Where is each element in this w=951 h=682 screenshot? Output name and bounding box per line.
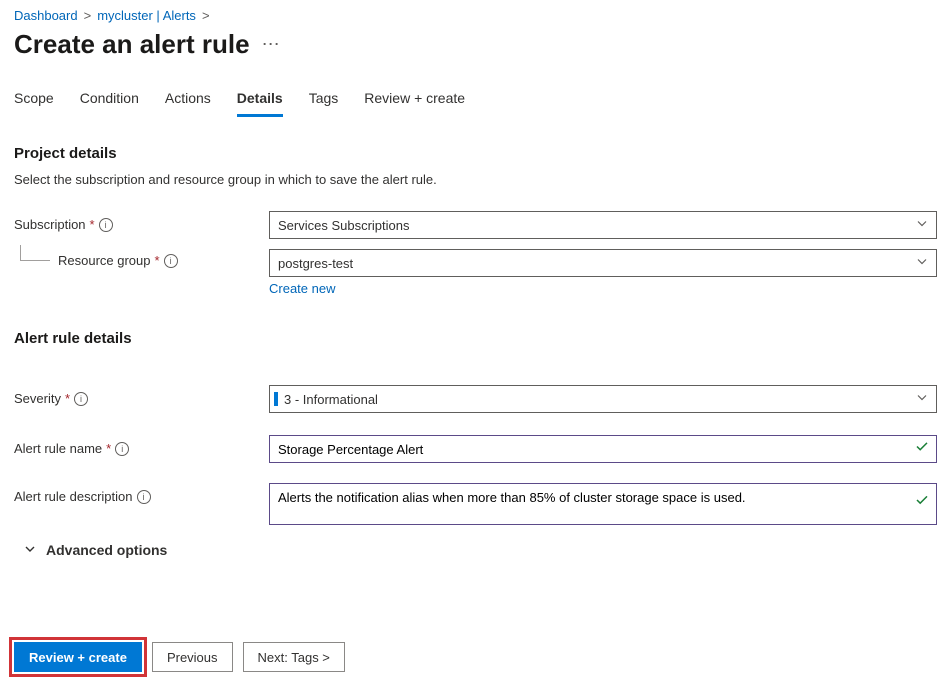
severity-select[interactable]: 3 - Informational: [269, 385, 937, 413]
alert-rule-name-input[interactable]: [269, 435, 937, 463]
breadcrumb-cluster[interactable]: mycluster | Alerts: [97, 8, 196, 23]
tab-scope[interactable]: Scope: [14, 90, 54, 117]
breadcrumb-dashboard[interactable]: Dashboard: [14, 8, 78, 23]
subscription-select[interactable]: Services Subscriptions: [269, 211, 937, 239]
resource-group-select[interactable]: postgres-test: [269, 249, 937, 277]
info-icon[interactable]: i: [115, 442, 129, 456]
info-icon[interactable]: i: [99, 218, 113, 232]
chevron-down-icon: [916, 256, 928, 271]
review-create-button[interactable]: Review + create: [14, 642, 142, 672]
resource-group-value: postgres-test: [278, 256, 353, 271]
tab-review[interactable]: Review + create: [364, 90, 465, 117]
check-icon: [915, 493, 929, 512]
info-icon[interactable]: i: [74, 392, 88, 406]
wizard-tabs: Scope Condition Actions Details Tags Rev…: [14, 90, 937, 117]
alert-rule-name-label: Alert rule name: [14, 441, 102, 456]
info-icon[interactable]: i: [164, 254, 178, 268]
required-marker: *: [65, 391, 70, 406]
tab-details[interactable]: Details: [237, 90, 283, 117]
breadcrumb-separator: >: [202, 8, 210, 23]
required-marker: *: [106, 441, 111, 456]
wizard-footer: Review + create Previous Next: Tags >: [14, 642, 345, 672]
resource-group-label: Resource group: [58, 253, 151, 268]
severity-value: 3 - Informational: [284, 392, 378, 407]
create-new-resource-group-link[interactable]: Create new: [269, 277, 335, 296]
info-icon[interactable]: i: [137, 490, 151, 504]
alert-rule-details-heading: Alert rule details: [14, 330, 937, 347]
page-title: Create an alert rule: [14, 29, 250, 60]
required-marker: *: [90, 217, 95, 232]
breadcrumb: Dashboard > mycluster | Alerts >: [14, 8, 937, 23]
required-marker: *: [155, 253, 160, 268]
subscription-label: Subscription: [14, 217, 86, 232]
tab-tags[interactable]: Tags: [309, 90, 339, 117]
project-details-heading: Project details: [14, 145, 937, 162]
advanced-options-label: Advanced options: [46, 542, 167, 558]
tab-actions[interactable]: Actions: [165, 90, 211, 117]
breadcrumb-separator: >: [84, 8, 92, 23]
alert-rule-description-input[interactable]: [269, 483, 937, 525]
severity-label: Severity: [14, 391, 61, 406]
advanced-options-toggle[interactable]: Advanced options: [24, 542, 937, 558]
more-icon[interactable]: ⋯: [262, 34, 280, 55]
subscription-value: Services Subscriptions: [278, 218, 410, 233]
check-icon: [915, 440, 929, 459]
alert-rule-details-section: Alert rule details Severity * i 3 - Info…: [14, 330, 937, 558]
project-details-desc: Select the subscription and resource gro…: [14, 172, 937, 187]
project-details-section: Project details Select the subscription …: [14, 145, 937, 298]
next-button[interactable]: Next: Tags >: [243, 642, 345, 672]
tab-condition[interactable]: Condition: [80, 90, 139, 117]
chevron-down-icon: [916, 218, 928, 233]
indent-line: [20, 245, 50, 261]
alert-rule-description-label: Alert rule description: [14, 489, 133, 504]
chevron-down-icon: [24, 542, 36, 558]
previous-button[interactable]: Previous: [152, 642, 233, 672]
chevron-down-icon: [916, 392, 928, 407]
